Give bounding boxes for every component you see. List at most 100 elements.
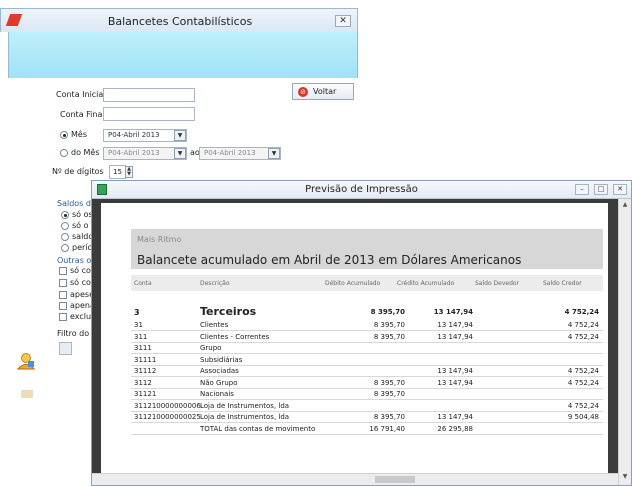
minimize-icon[interactable]: – — [575, 184, 589, 195]
outras-option-checkbox[interactable] — [59, 279, 67, 287]
filtro-button[interactable] — [59, 342, 72, 355]
row-descricao: TOTAL das contas de movimento — [200, 424, 316, 433]
row-descricao: Clientes — [200, 321, 229, 329]
company-name: Mais Ritmo — [137, 235, 182, 244]
mes-dropdown-arrow-icon[interactable]: ▼ — [174, 130, 186, 141]
small-tool-icon[interactable] — [20, 388, 34, 400]
row-credito: 13 147,94 — [437, 332, 473, 341]
row-credito: 13 147,94 — [433, 308, 473, 316]
saldos-option-label: perío — [72, 243, 93, 252]
row-descricao: Loja de Instrumentos, lda — [200, 401, 290, 410]
outras-option-checkbox[interactable] — [59, 291, 67, 299]
row-debito: 8 395,70 — [373, 390, 405, 398]
row-conta: 311 — [134, 332, 148, 341]
mes-radio[interactable] — [60, 131, 68, 139]
report-title: Balancete acumulado em Abril de 2013 em … — [137, 253, 522, 267]
horizontal-scrollbar[interactable] — [92, 473, 618, 485]
row-conta: 3 — [134, 308, 140, 317]
do-mes-dropdown-arrow-icon[interactable]: ▼ — [174, 148, 186, 159]
user-icon[interactable] — [16, 352, 36, 370]
do-mes-radio[interactable] — [60, 149, 68, 157]
column-header-row: Conta Descrição Débito Acumulado Crédito… — [131, 275, 603, 291]
table-row: 311 Clientes - Correntes 8 395,70 13 147,94… — [131, 332, 603, 343]
col-conta: Conta — [134, 280, 152, 287]
ao-dropdown-arrow-icon[interactable]: ▼ — [268, 148, 280, 159]
table-row: 31111 Subsidiárias — [131, 355, 603, 366]
saldos-option-radio[interactable] — [61, 244, 69, 252]
col-saldo-devedor: Saldo Devedor — [475, 280, 520, 287]
table-row: 31 Clientes 8 395,70 13 147,94 4 752,24 — [131, 320, 603, 331]
table-row: 3111 Grupo — [131, 343, 603, 354]
col-descricao: Descrição — [200, 280, 230, 287]
saldos-option-label: só os — [72, 210, 93, 219]
saldos-option-radio[interactable] — [61, 233, 69, 241]
outras-option-label: exclui — [70, 312, 94, 321]
scroll-up-arrow-icon[interactable]: ▲ — [621, 201, 629, 209]
horizontal-scroll-thumb[interactable] — [375, 476, 415, 483]
row-descricao: Subsidiárias — [200, 355, 243, 364]
row-debito: 8 395,70 — [370, 308, 405, 316]
report-page: Mais Ritmo Balancete acumulado em Abril … — [101, 203, 608, 473]
mes-label: Mês — [71, 130, 87, 139]
balancetes-banner — [8, 32, 358, 78]
row-descricao: Grupo — [200, 344, 222, 352]
saldos-option-radio[interactable] — [61, 211, 69, 219]
table-row: 31112 Associadas 13 147,94 4 752,24 — [131, 366, 603, 377]
do-mes-label: do Mês — [71, 148, 100, 157]
table-row: 3 Terceiros 8 395,70 13 147,94 4 752,24 — [131, 305, 603, 319]
row-credito: 13 147,94 — [437, 321, 473, 329]
row-debito: 8 395,70 — [373, 378, 405, 387]
row-descricao: Associadas — [200, 367, 239, 375]
row-debito: 8 395,70 — [373, 321, 405, 329]
row-debito: 16 791,40 — [369, 424, 405, 433]
row-saldo-credor: 4 752,24 — [567, 332, 599, 341]
conta-final-label: Conta Final — [60, 110, 105, 119]
voltar-button[interactable]: ⊘ Voltar — [292, 83, 354, 100]
scroll-down-arrow-icon[interactable]: ▼ — [621, 473, 629, 481]
vertical-scrollbar[interactable]: ▲ ▼ — [618, 199, 631, 485]
outras-option-checkbox[interactable] — [59, 267, 67, 275]
row-conta: 3112 — [134, 378, 152, 387]
row-descricao: Clientes - Correntes — [200, 332, 270, 341]
row-credito: 13 147,94 — [437, 413, 473, 421]
row-saldo-credor: 4 752,24 — [567, 378, 599, 387]
row-descricao: Loja de Instrumentos, lda — [200, 413, 290, 421]
row-conta: 311210000000006 — [134, 401, 201, 410]
row-saldo-credor: 4 752,24 — [567, 367, 599, 375]
row-descricao: Nacionais — [200, 390, 234, 398]
row-saldo-credor: 4 752,24 — [567, 401, 599, 410]
preview-title-bar: Previsão de Impressão – □ ✕ — [92, 181, 631, 199]
table-row: 311210000000025 Loja de Instrumentos, lda… — [131, 412, 603, 423]
digitos-spin-icon[interactable]: ▲ ▼ — [125, 166, 133, 178]
table-row: 31121 Nacionais 8 395,70 — [131, 389, 603, 400]
row-descricao: Não Grupo — [200, 378, 238, 387]
table-row: TOTAL das contas de movimento 16 791,40 26… — [131, 424, 603, 435]
row-credito: 26 295,88 — [437, 424, 473, 433]
row-saldo-credor: 4 752,24 — [564, 308, 599, 316]
row-credito: 13 147,94 — [437, 367, 473, 375]
conta-final-input[interactable] — [103, 107, 195, 121]
col-saldo-credor: Saldo Credor — [543, 280, 582, 287]
row-descricao: Terceiros — [200, 305, 257, 318]
row-conta: 311210000000025 — [134, 413, 201, 421]
table-row: 311210000000006 Loja de Instrumentos, lda… — [131, 401, 603, 412]
row-saldo-credor: 4 752,24 — [567, 321, 599, 329]
report-header: Mais Ritmo Balancete acumulado em Abril … — [131, 229, 603, 269]
voltar-label: Voltar — [313, 87, 337, 96]
digitos-input[interactable]: 15 — [109, 165, 126, 179]
conta-inicial-input[interactable] — [103, 88, 195, 102]
balancetes-title: Balancetes Contabilísticos — [107, 15, 253, 28]
row-saldo-credor: 9 504,48 — [567, 413, 599, 421]
maximize-icon[interactable]: □ — [594, 184, 608, 195]
row-debito: 8 395,70 — [373, 332, 405, 341]
close-icon[interactable]: ✕ — [335, 15, 351, 27]
row-conta: 31112 — [134, 367, 157, 375]
conta-inicial-label: Conta Inicial — [56, 90, 106, 99]
outras-option-checkbox[interactable] — [59, 302, 67, 310]
balancetes-title-bar: Balancetes Contabilísticos ✕ — [0, 8, 358, 32]
close-icon[interactable]: ✕ — [613, 184, 627, 195]
saldos-option-radio[interactable] — [61, 222, 69, 230]
row-credito: 13 147,94 — [437, 378, 473, 387]
row-conta: 31 — [134, 321, 143, 329]
outras-option-checkbox[interactable] — [59, 313, 67, 321]
